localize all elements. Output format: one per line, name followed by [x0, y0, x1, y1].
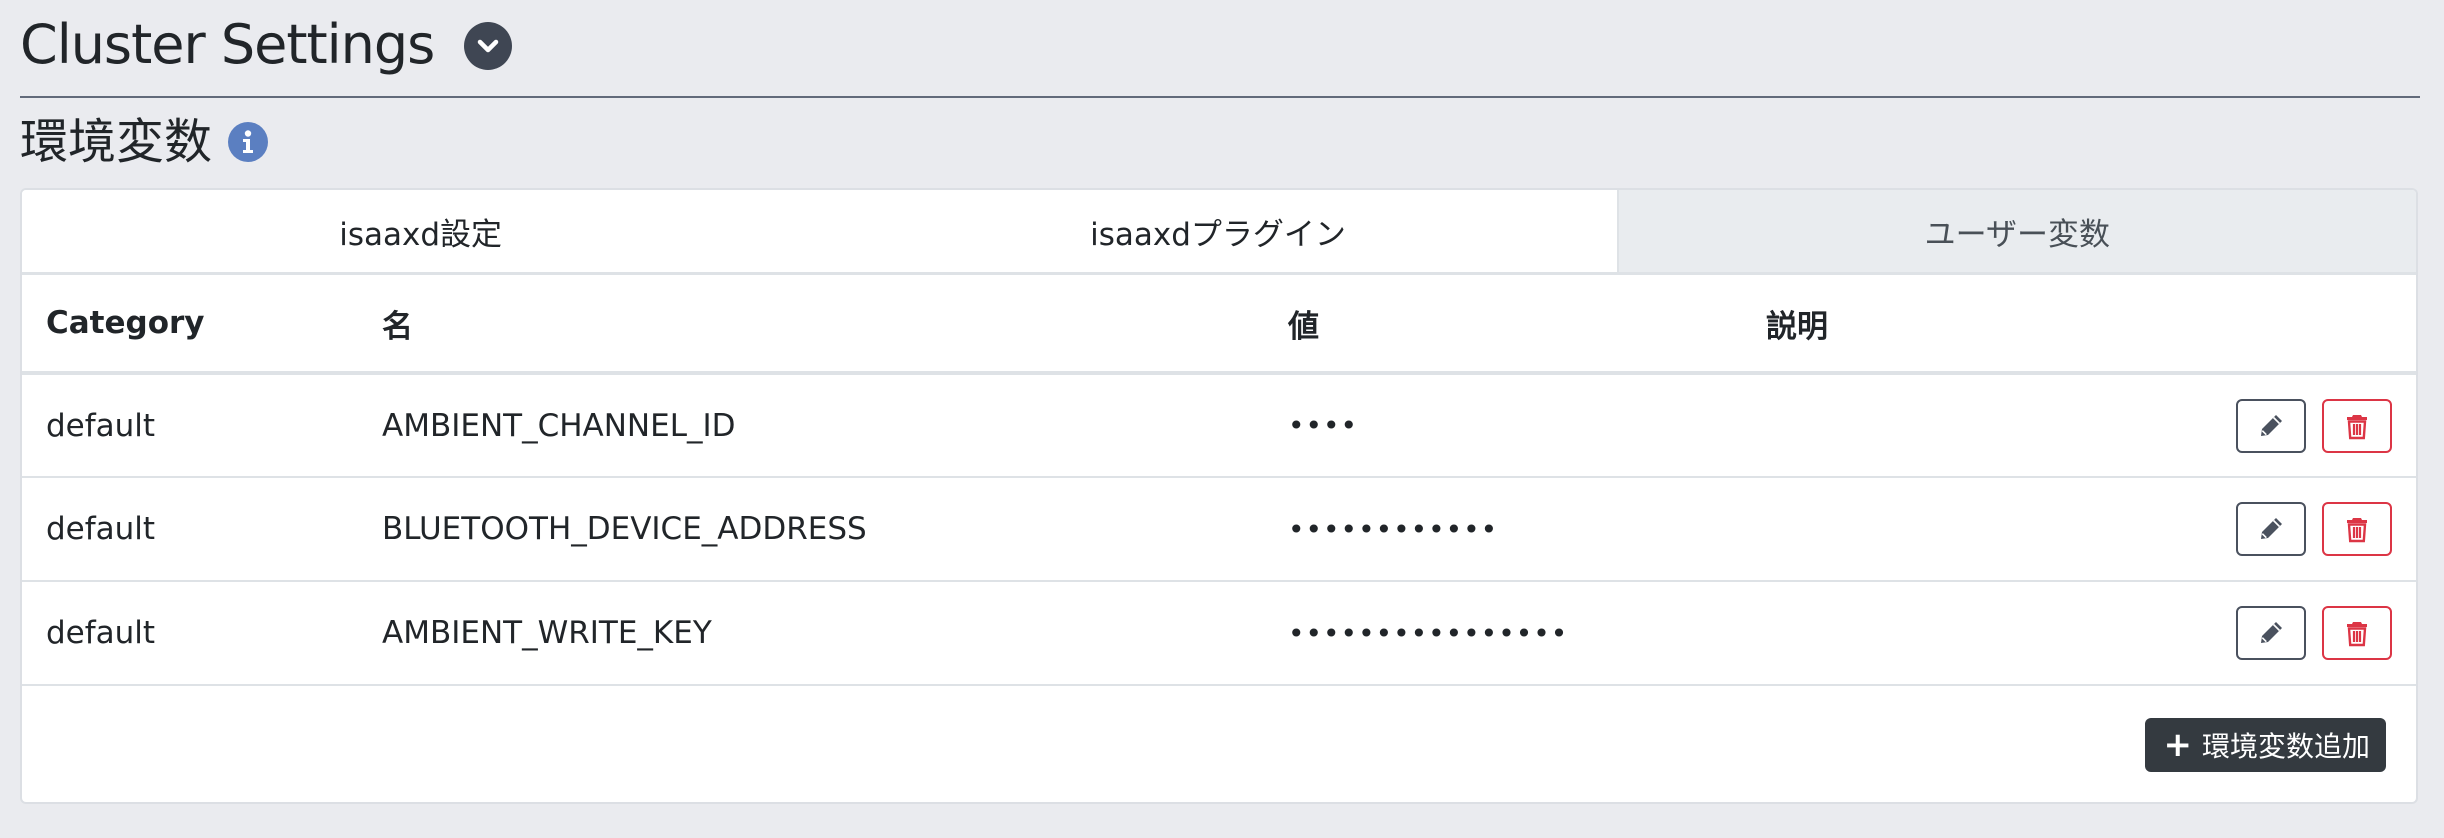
cell-description	[1742, 373, 2102, 478]
cell-name: AMBIENT_CHANNEL_ID	[358, 373, 1264, 478]
info-glyph	[243, 130, 254, 153]
env-vars-card: isaaxd設定 isaaxdプラグイン ユーザー変数 Category 名 値…	[20, 188, 2418, 804]
collapse-toggle-button[interactable]	[464, 22, 513, 70]
cell-name: BLUETOOTH_DEVICE_ADDRESS	[358, 477, 1264, 582]
trash-icon	[2347, 622, 2367, 647]
cell-value: ••••	[1264, 373, 1742, 478]
tab-isaaxd-settings[interactable]: isaaxd設定	[22, 190, 820, 272]
table-header-row: Category 名 値 説明	[22, 275, 2416, 375]
column-header-description: 説明	[1742, 275, 2102, 375]
delete-button[interactable]	[2322, 502, 2392, 556]
column-header-category: Category	[22, 275, 358, 375]
pencil-icon	[2261, 518, 2282, 539]
add-env-var-label: 環境変数追加	[2201, 730, 2370, 763]
trash-icon	[2347, 518, 2367, 543]
tab-bar: isaaxd設定 isaaxdプラグイン ユーザー変数	[22, 190, 2416, 275]
env-vars-table: Category 名 値 説明 default AMBIENT_CHANNEL_…	[22, 275, 2416, 686]
cell-actions	[2102, 477, 2416, 582]
section-header: 環境変数	[20, 110, 269, 174]
cell-value: ••••••••••••••••	[1264, 581, 1742, 686]
info-icon[interactable]	[228, 122, 269, 162]
pencil-icon	[2261, 622, 2282, 643]
chevron-down-icon	[478, 39, 499, 53]
delete-button[interactable]	[2322, 606, 2392, 660]
table-row: default AMBIENT_WRITE_KEY ••••••••••••••…	[22, 581, 2416, 686]
cell-actions	[2102, 373, 2416, 478]
tab-user-variables[interactable]: ユーザー変数	[1616, 190, 2416, 272]
add-env-var-button[interactable]: + 環境変数追加	[2145, 718, 2386, 772]
cell-actions	[2102, 581, 2416, 686]
cell-category: default	[22, 373, 358, 478]
trash-icon	[2347, 414, 2367, 439]
table-row: default AMBIENT_CHANNEL_ID ••••	[22, 373, 2416, 478]
cell-description	[1742, 477, 2102, 582]
edit-button[interactable]	[2236, 398, 2306, 453]
column-header-value: 値	[1264, 275, 1742, 375]
table-row: default BLUETOOTH_DEVICE_ADDRESS •••••••…	[22, 477, 2416, 582]
edit-button[interactable]	[2236, 606, 2306, 660]
plus-icon: +	[2163, 725, 2192, 765]
section-title: 環境変数	[20, 114, 213, 170]
page-header: Cluster Settings	[20, 14, 2420, 98]
page-title: Cluster Settings	[20, 13, 435, 76]
cell-description	[1742, 581, 2102, 686]
tab-isaaxd-plugins[interactable]: isaaxdプラグイン	[819, 190, 1617, 272]
cell-category: default	[22, 477, 358, 582]
column-header-name: 名	[358, 275, 1264, 375]
edit-button[interactable]	[2236, 502, 2306, 556]
card-footer: + 環境変数追加	[22, 686, 2416, 802]
cell-value: ••••••••••••	[1264, 477, 1742, 582]
delete-button[interactable]	[2322, 398, 2392, 453]
cell-category: default	[22, 581, 358, 686]
cell-name: AMBIENT_WRITE_KEY	[358, 581, 1264, 686]
pencil-icon	[2261, 414, 2282, 436]
column-header-actions	[2102, 275, 2416, 375]
